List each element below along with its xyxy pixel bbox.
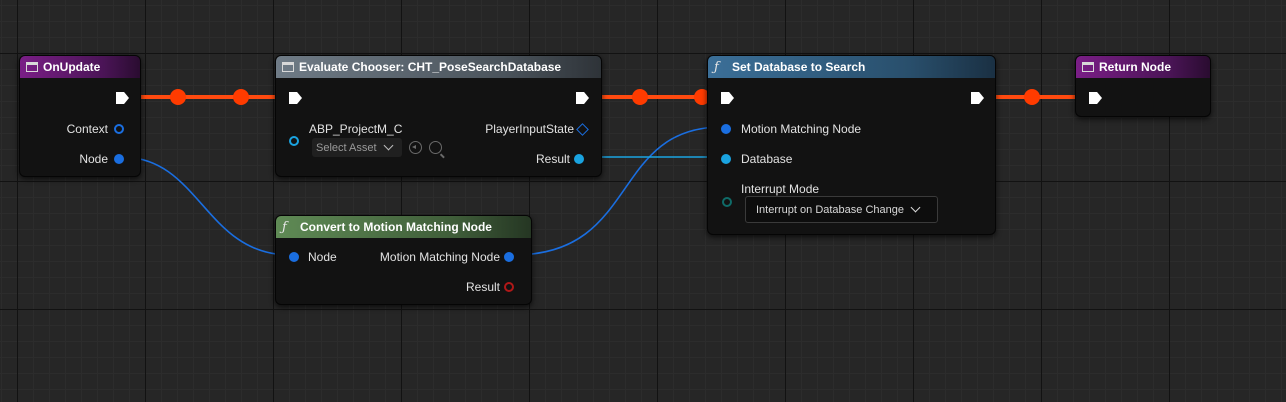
return-node[interactable]: Return Node — [1075, 55, 1211, 117]
evaluate-chooser-header[interactable]: Evaluate Chooser: CHT_PoseSearchDatabase — [276, 56, 601, 78]
on-update-node[interactable]: OnUpdate Context Node — [19, 55, 141, 177]
function-icon: ƒ — [282, 219, 287, 235]
motion-matching-node-output-pin[interactable] — [504, 252, 514, 262]
return-node-title: Return Node — [1099, 60, 1171, 74]
set-database-node[interactable]: ƒ Set Database to Search Motion Matching… — [707, 55, 996, 235]
select-asset-dropdown[interactable]: Select Asset — [312, 138, 402, 157]
exec-input-pin[interactable] — [1089, 92, 1102, 104]
interrupt-mode-value: Interrupt on Database Change — [756, 203, 904, 216]
motion-matching-node-label: Motion Matching Node — [741, 122, 862, 136]
convert-node-header[interactable]: ƒ Convert to Motion Matching Node — [276, 216, 531, 238]
event-node-icon — [26, 62, 38, 72]
data-wire-node-to-convert[interactable] — [121, 156, 291, 256]
blueprint-graph-canvas[interactable]: OnUpdate Context Node Evaluate Chooser: … — [0, 0, 1286, 402]
chevron-down-icon — [383, 140, 393, 151]
set-database-title: Set Database to Search — [732, 60, 866, 74]
select-asset-text: Select Asset — [316, 141, 377, 154]
return-node-header[interactable]: Return Node — [1076, 56, 1210, 78]
interrupt-mode-dropdown[interactable]: Interrupt on Database Change — [745, 196, 938, 223]
player-input-state-pin[interactable] — [576, 123, 589, 136]
chevron-down-icon — [910, 202, 921, 213]
exec-wire-knot[interactable] — [632, 89, 648, 105]
player-input-state-label: PlayerInputState — [485, 122, 574, 136]
exec-output-pin[interactable] — [116, 92, 129, 104]
chooser-node-icon — [282, 62, 294, 72]
result-pin-label: Result — [535, 152, 570, 166]
database-input-pin[interactable] — [721, 154, 731, 164]
database-label: Database — [741, 152, 793, 166]
result-output-pin[interactable] — [574, 154, 584, 164]
evaluate-chooser-title: Evaluate Chooser: CHT_PoseSearchDatabase — [299, 60, 562, 74]
on-update-header[interactable]: OnUpdate — [20, 56, 140, 78]
convert-node-title: Convert to Motion Matching Node — [300, 220, 492, 234]
convert-result-output-pin[interactable] — [504, 282, 514, 292]
set-database-header[interactable]: ƒ Set Database to Search — [708, 56, 995, 78]
motion-matching-node-input-pin[interactable] — [721, 124, 731, 134]
exec-output-pin[interactable] — [576, 92, 589, 104]
event-node-icon — [1082, 62, 1094, 72]
node-output-pin[interactable] — [114, 154, 124, 164]
node-pin-label: Node — [79, 152, 108, 166]
node-input-label: Node — [308, 250, 337, 264]
context-object-input-pin[interactable] — [289, 136, 299, 146]
evaluate-chooser-node[interactable]: Evaluate Chooser: CHT_PoseSearchDatabase… — [275, 55, 602, 177]
on-update-title: OnUpdate — [43, 60, 101, 74]
interrupt-mode-input-pin[interactable] — [722, 197, 732, 207]
use-selected-asset-icon[interactable] — [409, 141, 422, 154]
context-output-pin[interactable] — [114, 124, 124, 134]
exec-output-pin[interactable] — [971, 92, 984, 104]
interrupt-mode-label: Interrupt Mode — [741, 182, 820, 196]
convert-to-motion-matching-node[interactable]: ƒ Convert to Motion Matching Node Node M… — [275, 215, 532, 305]
exec-input-pin[interactable] — [289, 92, 302, 104]
motion-matching-node-output-label: Motion Matching Node — [379, 250, 500, 264]
node-input-pin[interactable] — [289, 252, 299, 262]
context-pin-label: Context — [66, 122, 108, 136]
convert-result-label: Result — [465, 280, 500, 294]
exec-wire-knot[interactable] — [170, 89, 186, 105]
exec-wire-knot[interactable] — [1024, 89, 1040, 105]
exec-wire-knot[interactable] — [233, 89, 249, 105]
browse-asset-search-icon[interactable] — [429, 141, 442, 154]
exec-input-pin[interactable] — [721, 92, 734, 104]
function-icon: ƒ — [714, 59, 719, 75]
context-object-label: ABP_ProjectM_C — [309, 122, 403, 136]
